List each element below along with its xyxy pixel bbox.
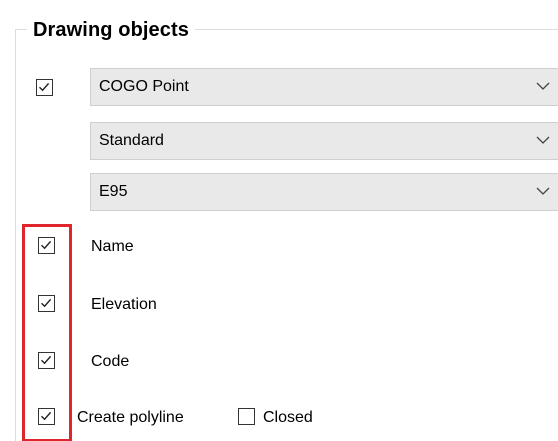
checkmark-icon [39,82,50,92]
style-dropdown[interactable]: Standard [90,122,558,160]
chevron-down-icon [536,136,550,144]
object-type-dropdown[interactable]: COGO Point [90,68,558,106]
layer-dropdown[interactable]: E95 [90,173,558,211]
elevation-label: Elevation [91,296,157,313]
code-label: Code [91,353,130,370]
drawing-objects-checkbox[interactable] [36,79,53,96]
object-type-value: COGO Point [99,78,189,95]
create-polyline-label: Create polyline [77,409,184,426]
chevron-down-icon [536,187,550,195]
highlight-box [22,224,72,441]
name-label: Name [91,238,134,255]
style-value: Standard [99,132,164,149]
closed-checkbox[interactable] [238,408,255,425]
chevron-down-icon [536,82,550,90]
group-title: Drawing objects [27,16,195,44]
closed-label: Closed [263,409,313,426]
layer-value: E95 [99,183,128,200]
